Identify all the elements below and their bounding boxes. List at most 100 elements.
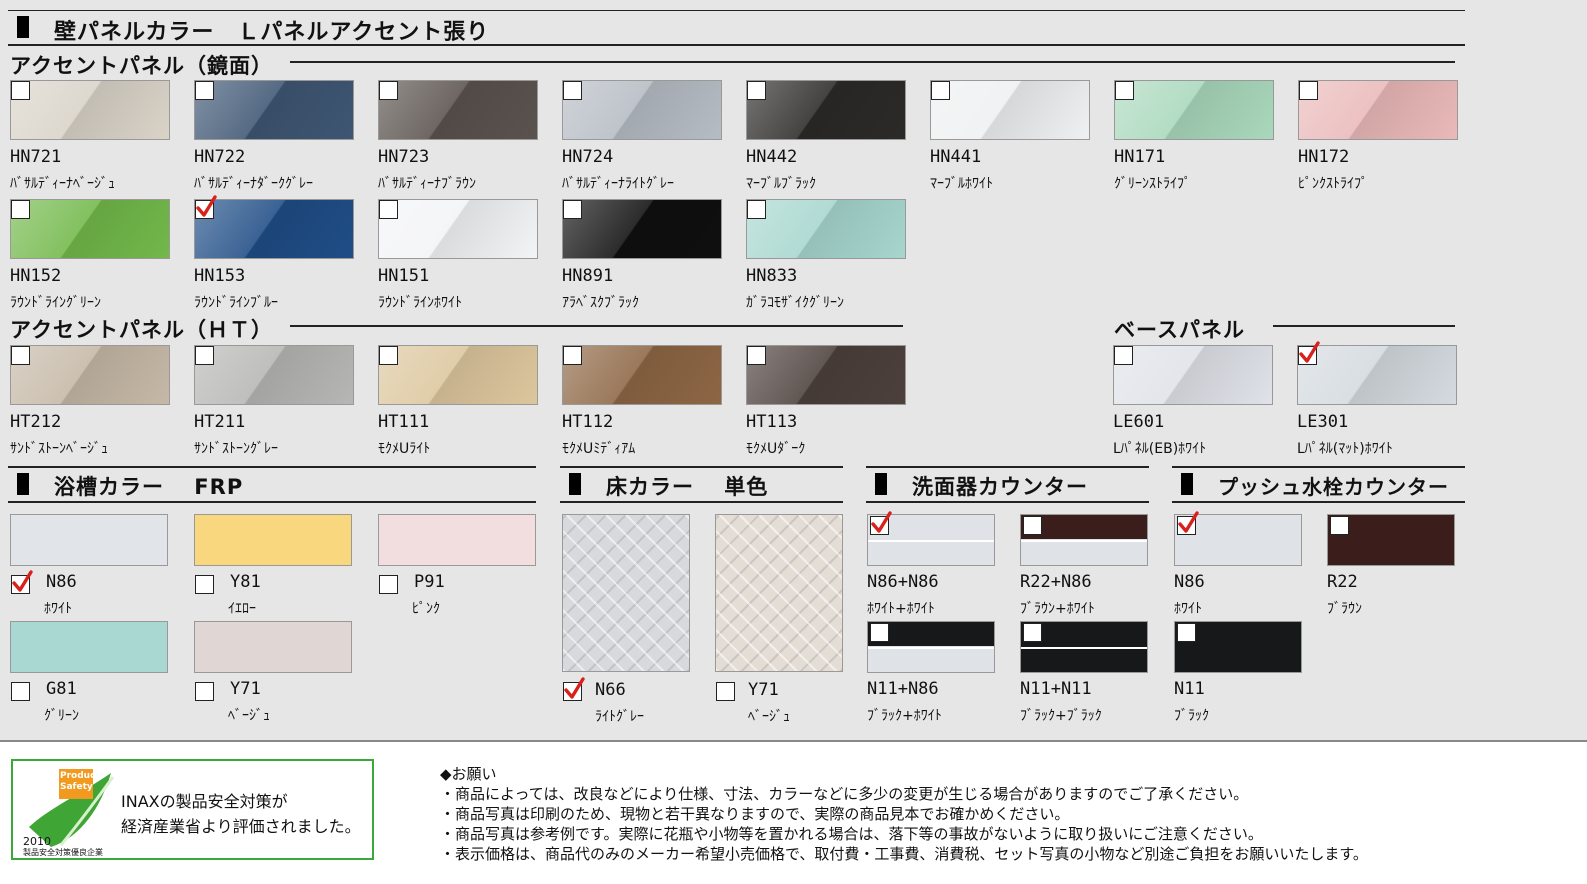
checkbox[interactable] xyxy=(563,81,582,100)
mirror-swatch[interactable] xyxy=(10,199,170,259)
mirror-swatch[interactable] xyxy=(562,80,722,140)
bathtub-swatch[interactable] xyxy=(194,621,352,673)
badge-caption: 製品安全対策優良企業 xyxy=(23,848,103,857)
mirror-code: HN152 xyxy=(10,266,62,286)
checkbox[interactable] xyxy=(379,81,398,100)
checkbox[interactable] xyxy=(1298,341,1320,365)
mirror-swatch[interactable] xyxy=(194,80,354,140)
checkbox[interactable] xyxy=(379,346,398,365)
catalog-page: 壁パネルカラー Ｌパネルアクセント張り アクセントパネル（鏡面） アクセントパネ… xyxy=(0,0,1587,884)
swatch-gloss xyxy=(931,81,1089,139)
mirror-swatch[interactable] xyxy=(194,199,354,259)
mirror-swatch[interactable] xyxy=(1114,80,1274,140)
color-catalog: 壁パネルカラー Ｌパネルアクセント張り アクセントパネル（鏡面） アクセントパネ… xyxy=(0,0,1587,742)
bathtub-swatch[interactable] xyxy=(10,514,168,566)
ht-swatch[interactable] xyxy=(746,345,906,405)
checkbox[interactable] xyxy=(11,346,30,365)
mirror-swatch[interactable] xyxy=(746,199,906,259)
mirror-swatch[interactable] xyxy=(10,80,170,140)
floor-swatch[interactable] xyxy=(562,514,690,672)
checkbox[interactable] xyxy=(379,575,398,594)
basin-divider xyxy=(1021,647,1147,649)
ht-swatch[interactable] xyxy=(194,345,354,405)
checkbox[interactable] xyxy=(379,200,398,219)
mirror-swatch[interactable] xyxy=(930,80,1090,140)
safety-text: INAXの製品安全対策が 経済産業省より評価されました。 xyxy=(121,789,361,839)
mirror-code: HN153 xyxy=(194,266,246,286)
floor-code: N66 xyxy=(595,680,626,700)
mirror-name: ﾊﾞｻﾙﾃﾞｨｰﾅﾍﾞｰｼﾞｭ xyxy=(10,176,115,192)
ht-swatch[interactable] xyxy=(10,345,170,405)
mirror-name: ﾊﾞｻﾙﾃﾞｨｰﾅﾗｲﾄｸﾞﾚｰ xyxy=(562,176,674,192)
checkbox[interactable] xyxy=(1177,623,1196,642)
badge-label: Product Safety xyxy=(60,771,100,793)
bathtub-swatch[interactable] xyxy=(10,621,168,673)
push-name: ﾎﾜｲﾄ xyxy=(1174,601,1202,617)
checkbox[interactable] xyxy=(870,511,892,535)
mirror-code: HN723 xyxy=(378,147,430,167)
section-marker xyxy=(569,473,581,495)
checkbox[interactable] xyxy=(1023,623,1042,642)
mirror-name: ﾊﾞｻﾙﾃﾞｨｰﾅﾌﾞﾗｳﾝ xyxy=(378,176,476,192)
checkbox[interactable] xyxy=(195,346,214,365)
floor-swatch[interactable] xyxy=(715,514,843,672)
bathtub-title: 浴槽カラー FRP xyxy=(54,475,244,499)
swatch-gloss xyxy=(747,81,905,139)
checkbox[interactable] xyxy=(563,346,582,365)
mirror-code: HN171 xyxy=(1114,147,1166,167)
checkbox[interactable] xyxy=(747,346,766,365)
ht-code: HT112 xyxy=(562,412,614,432)
base-code: LE301 xyxy=(1297,412,1349,432)
checkbox[interactable] xyxy=(1114,346,1133,365)
mirror-swatch[interactable] xyxy=(378,199,538,259)
mirror-swatch[interactable] xyxy=(562,199,722,259)
checkbox[interactable] xyxy=(747,81,766,100)
section-marker xyxy=(1181,473,1193,495)
checkbox[interactable] xyxy=(11,570,33,594)
mirror-code: HN722 xyxy=(194,147,246,167)
push-code: N86 xyxy=(1174,572,1205,592)
checkbox[interactable] xyxy=(1115,81,1134,100)
bathtub-swatch[interactable] xyxy=(378,514,536,566)
checkbox[interactable] xyxy=(11,682,30,701)
ht-name: ﾓｸﾒUﾗｲﾄ xyxy=(378,441,431,457)
bathtub-name: ｲｴﾛｰ xyxy=(228,601,256,617)
checkbox[interactable] xyxy=(195,81,214,100)
mirror-swatch[interactable] xyxy=(746,80,906,140)
base-name: Lﾊﾟﾈﾙ(EB)ﾎﾜｲﾄ xyxy=(1113,441,1207,457)
checkbox[interactable] xyxy=(716,682,735,701)
checkbox[interactable] xyxy=(870,623,889,642)
base-swatch[interactable] xyxy=(1113,345,1273,405)
checkbox[interactable] xyxy=(195,575,214,594)
swatch-gloss xyxy=(11,346,169,404)
push-counter-title: プッシュ水栓カウンター xyxy=(1218,475,1449,499)
floor-top-rule xyxy=(560,466,843,468)
checkbox[interactable] xyxy=(11,200,30,219)
checkbox[interactable] xyxy=(1023,516,1042,535)
checkbox[interactable] xyxy=(563,677,585,701)
checkbox[interactable] xyxy=(747,200,766,219)
checkbox[interactable] xyxy=(1177,511,1199,535)
check-mark-icon xyxy=(196,195,217,217)
note-item: ・表示価格は、商品代のみのメーカー希望小売価格で、取付費・工事費、消費税、セット… xyxy=(440,845,1368,863)
basin-divider xyxy=(868,647,994,649)
ht-swatch[interactable] xyxy=(562,345,722,405)
checkbox[interactable] xyxy=(1299,81,1318,100)
checkbox[interactable] xyxy=(195,682,214,701)
checkbox[interactable] xyxy=(1330,516,1349,535)
mirror-code: HN151 xyxy=(378,266,430,286)
accent-mirror-title: アクセントパネル（鏡面） xyxy=(10,54,273,78)
bathtub-swatch[interactable] xyxy=(194,514,352,566)
checkbox[interactable] xyxy=(11,81,30,100)
bathtub-name: ﾋﾟﾝｸ xyxy=(412,601,440,617)
mirror-code: HN442 xyxy=(746,147,798,167)
mirror-swatch[interactable] xyxy=(1298,80,1458,140)
ht-swatch[interactable] xyxy=(378,345,538,405)
checkbox[interactable] xyxy=(931,81,950,100)
mirror-swatch[interactable] xyxy=(378,80,538,140)
base-swatch[interactable] xyxy=(1297,345,1457,405)
checkbox[interactable] xyxy=(563,200,582,219)
checkbox[interactable] xyxy=(195,195,217,219)
swatch-gloss xyxy=(747,346,905,404)
check-mark-icon xyxy=(1299,341,1320,363)
